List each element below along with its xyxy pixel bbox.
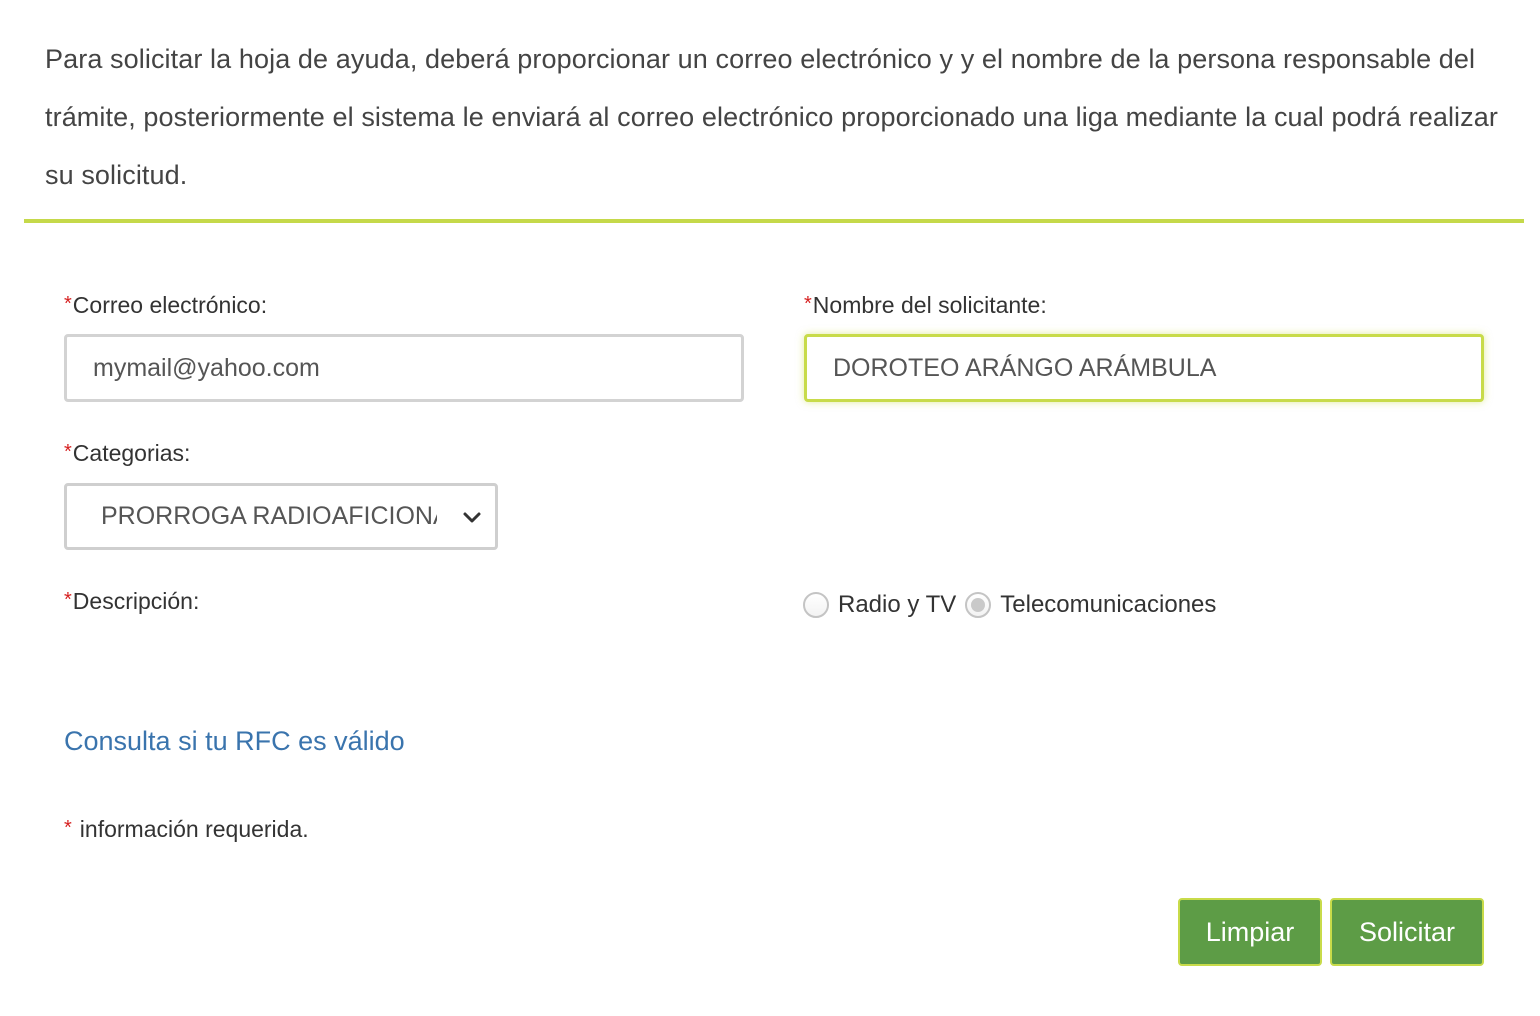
required-marker: * xyxy=(64,589,72,611)
section-divider xyxy=(24,219,1524,223)
description-label-text: Descripción: xyxy=(72,588,200,614)
required-info-note: * información requerida. xyxy=(64,816,309,843)
required-marker: * xyxy=(64,293,72,315)
applicant-name-field[interactable]: DOROTEO ARÁNGO ARÁMBULA xyxy=(804,334,1484,402)
submit-button[interactable]: Solicitar xyxy=(1330,898,1484,966)
description-label: *Descripción: xyxy=(64,586,199,618)
category-label: *Categorias: xyxy=(64,438,190,470)
category-label-text: Categorias: xyxy=(72,440,191,466)
radio-radio-tv-label[interactable]: Radio y TV xyxy=(838,591,956,619)
applicant-name-value: DOROTEO ARÁNGO ARÁMBULA xyxy=(833,353,1217,382)
required-marker: * xyxy=(804,293,812,315)
service-type-radio-group: Radio y TV Telecomunicaciones xyxy=(803,588,1225,622)
help-request-page: Para solicitar la hoja de ayuda, deberá … xyxy=(0,0,1540,1016)
required-marker: * xyxy=(64,441,72,463)
email-label: *Correo electrónico: xyxy=(64,290,267,322)
required-info-text: información requerida. xyxy=(79,816,309,842)
required-marker: * xyxy=(64,817,72,839)
email-field[interactable]: mymail@yahoo.com xyxy=(64,334,744,402)
intro-paragraph: Para solicitar la hoja de ayuda, deberá … xyxy=(45,44,1498,190)
rfc-validation-link[interactable]: Consulta si tu RFC es válido xyxy=(64,726,405,757)
category-select[interactable]: PRORROGA RADIOAFICIONADO xyxy=(64,483,498,550)
radio-telecomunicaciones[interactable] xyxy=(965,592,992,618)
name-label: *Nombre del solicitante: xyxy=(804,290,1047,322)
name-label-text: Nombre del solicitante: xyxy=(812,292,1047,318)
email-field-value: mymail@yahoo.com xyxy=(93,353,320,382)
radio-radio-tv[interactable] xyxy=(803,592,829,618)
clear-button[interactable]: Limpiar xyxy=(1178,898,1322,966)
radio-telecomunicaciones-label[interactable]: Telecomunicaciones xyxy=(1000,591,1216,619)
category-selected-value: PRORROGA RADIOAFICIONADO xyxy=(101,502,437,530)
email-label-text: Correo electrónico: xyxy=(72,292,268,318)
chevron-down-icon xyxy=(463,512,481,523)
